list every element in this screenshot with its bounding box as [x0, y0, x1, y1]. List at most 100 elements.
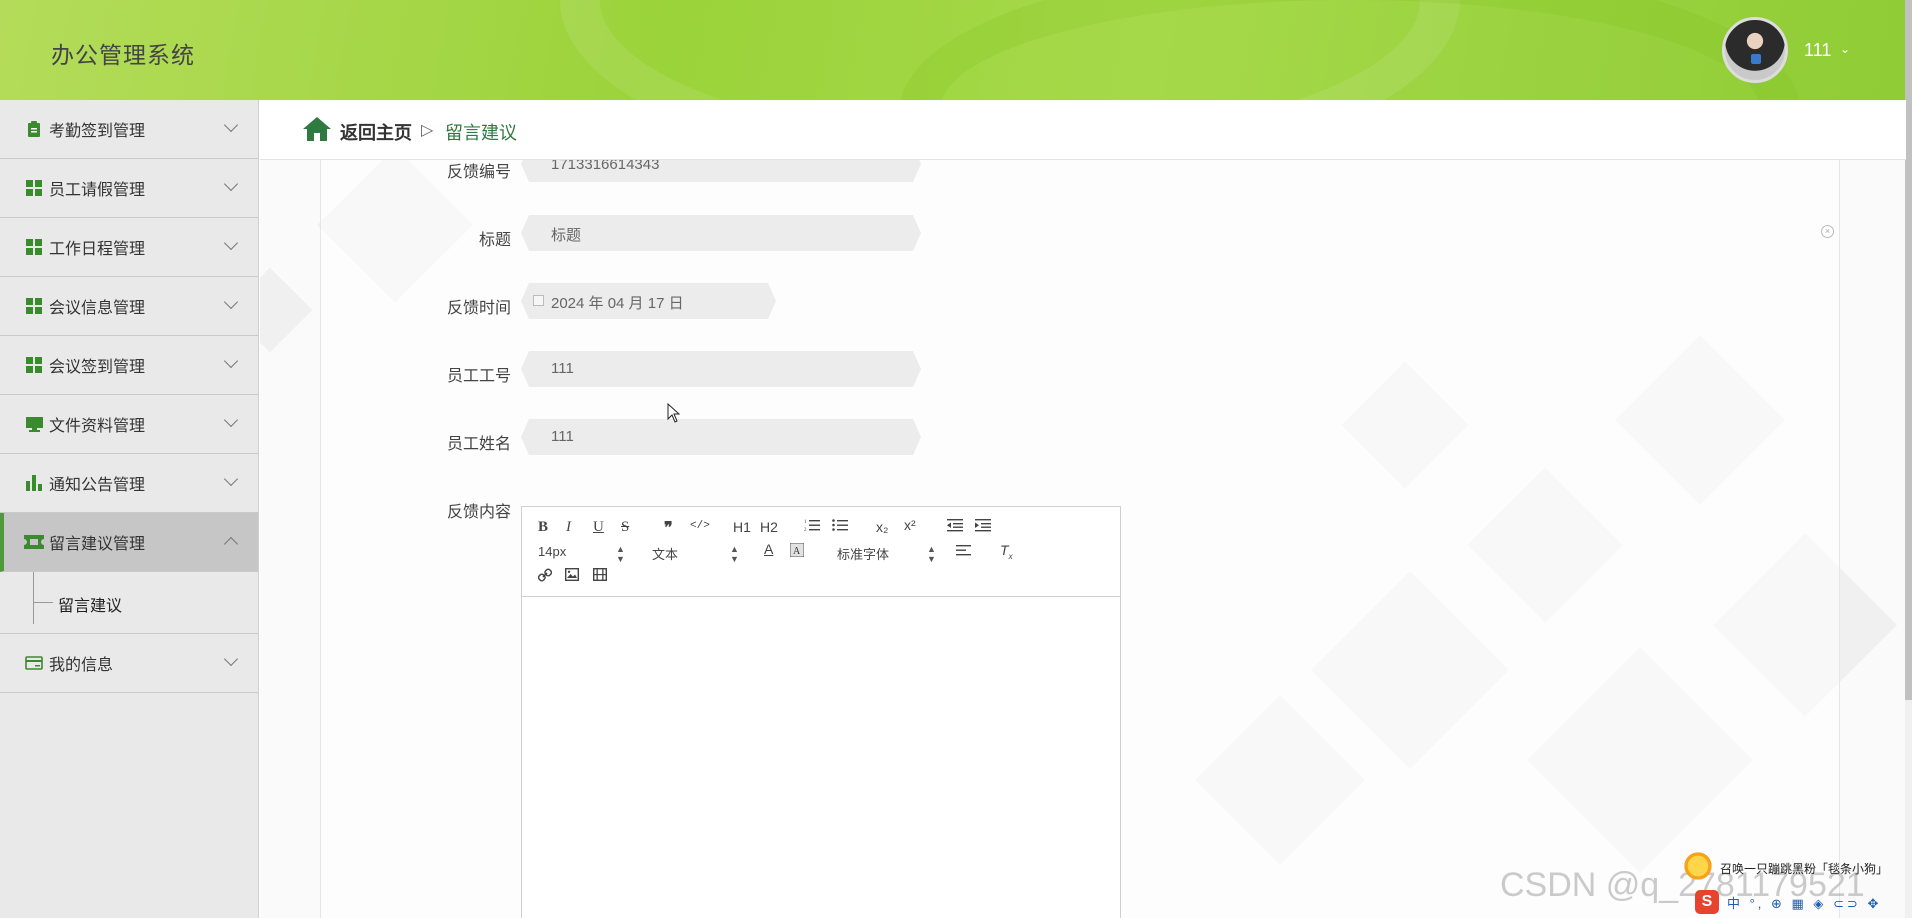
breadcrumb: 返回主页 ▷ 留言建议 — [260, 100, 1906, 160]
subscript-button[interactable]: x₂ — [876, 519, 888, 535]
sun-mascot-icon — [1682, 850, 1714, 882]
format-value: 文本 — [652, 547, 679, 562]
feedback-no-label: 反馈编号 — [446, 164, 511, 181]
ime-logo-icon[interactable]: S — [1695, 890, 1719, 914]
editor-body[interactable] — [522, 597, 1120, 918]
submenu-feedback[interactable]: 留言建议 — [0, 572, 258, 634]
title-label: 标题 — [478, 232, 511, 249]
font-size-value: 14px — [538, 544, 567, 559]
chevron-down-icon — [223, 651, 239, 667]
sidebar-item-feedback[interactable]: 留言建议管理 — [0, 513, 258, 572]
clear-format-icon[interactable]: Tx — [1000, 542, 1013, 561]
chevron-down-icon[interactable]: ⌄ — [1840, 42, 1850, 56]
h1-button[interactable]: H1 — [733, 519, 751, 535]
time-input[interactable]: 2024 年 04 月 17 日 — [521, 283, 776, 319]
grid-icon — [24, 355, 44, 375]
chevron-down-icon — [223, 235, 239, 251]
home-icon[interactable] — [302, 116, 332, 142]
card-icon — [24, 653, 44, 673]
sidebar-item-label: 文件资料管理 — [49, 418, 146, 435]
rich-text-editor[interactable]: B I U S ❞ </> H1 H2 12 x₂ x² 14px ▲ ▼ 文本 … — [521, 506, 1121, 918]
chevron-down-icon — [223, 412, 239, 428]
sidebar-item-notices[interactable]: 通知公告管理 — [0, 454, 258, 513]
ordered-list-icon[interactable]: 12 — [804, 518, 820, 537]
breadcrumb-current: 留言建议 — [445, 123, 517, 143]
link-icon[interactable] — [537, 568, 553, 587]
page-scrollbar[interactable] — [1905, 0, 1912, 918]
font-family-value: 标准字体 — [837, 547, 890, 562]
svg-text:2: 2 — [804, 528, 807, 532]
tree-line — [33, 572, 34, 624]
strike-button[interactable]: S — [621, 519, 629, 536]
app-title: 办公管理系统 — [51, 42, 195, 68]
chevron-up-icon — [223, 536, 239, 552]
emp-name-label: 员工姓名 — [446, 436, 511, 453]
sidebar-item-label: 我的信息 — [49, 657, 114, 674]
background-color-icon[interactable]: A — [789, 542, 805, 562]
sidebar-item-label: 通知公告管理 — [49, 477, 146, 494]
bold-button[interactable]: B — [538, 519, 548, 536]
sidebar-item-leave[interactable]: 员工请假管理 — [0, 159, 258, 218]
font-size-select[interactable]: 14px ▲ ▼ — [538, 544, 626, 564]
chevron-down-icon — [223, 176, 239, 192]
emp-name-input[interactable]: 111 — [521, 419, 921, 455]
ime-toolbar[interactable]: 中 °, ⊕ ▦ ◈ ⊂⊃ ✥ — [1727, 893, 1912, 915]
user-name[interactable]: 111 — [1804, 40, 1831, 61]
tree-branch — [33, 602, 53, 603]
svg-text:1: 1 — [804, 520, 807, 525]
sidebar-item-my-info[interactable]: 我的信息 — [0, 634, 258, 693]
image-icon[interactable] — [564, 567, 580, 586]
format-select[interactable]: 文本 ▲ ▼ — [652, 544, 740, 564]
indent-icon[interactable] — [975, 518, 991, 537]
sidebar-item-label: 会议签到管理 — [49, 359, 146, 376]
bar-chart-icon — [24, 473, 44, 493]
time-label: 反馈时间 — [446, 300, 511, 317]
align-left-icon[interactable] — [956, 544, 971, 562]
sidebar-item-attendance[interactable]: 考勤签到管理 — [0, 100, 258, 159]
sidebar-item-label: 留言建议管理 — [49, 536, 146, 553]
h2-button[interactable]: H2 — [760, 519, 778, 535]
outdent-icon[interactable] — [947, 518, 963, 537]
sidebar-item-label: 员工请假管理 — [49, 182, 146, 199]
sidebar-item-meeting-info[interactable]: 会议信息管理 — [0, 277, 258, 336]
sidebar: 考勤签到管理 员工请假管理 工作日程管理 会议信息管理 会议签到管理 文件资料管… — [0, 100, 259, 918]
grid-icon — [24, 296, 44, 316]
submenu-item-label[interactable]: 留言建议 — [58, 592, 122, 616]
quote-button[interactable]: ❞ — [664, 518, 673, 538]
ticket-icon — [24, 532, 44, 552]
underline-button[interactable]: U — [593, 519, 604, 536]
chevron-down-icon — [223, 353, 239, 369]
mouse-cursor-icon — [667, 403, 681, 423]
sidebar-item-label: 工作日程管理 — [49, 241, 146, 258]
grid-icon — [24, 178, 44, 198]
sidebar-item-meeting-signin[interactable]: 会议签到管理 — [0, 336, 258, 395]
avatar-detail — [1751, 54, 1761, 64]
text-color-button[interactable]: A — [764, 541, 773, 557]
sidebar-item-files[interactable]: 文件资料管理 — [0, 395, 258, 454]
sidebar-item-schedule[interactable]: 工作日程管理 — [0, 218, 258, 277]
clear-icon[interactable]: × — [1821, 225, 1834, 238]
emp-no-input[interactable]: 111 — [521, 351, 921, 387]
time-value: 2024 年 04 月 17 日 — [551, 295, 684, 312]
video-icon[interactable] — [592, 567, 608, 586]
superscript-button[interactable]: x² — [904, 517, 916, 533]
title-input[interactable]: 标题 — [521, 215, 921, 251]
grid-icon — [24, 237, 44, 257]
breadcrumb-home-link[interactable]: 返回主页 — [340, 119, 412, 145]
chevron-down-icon — [223, 471, 239, 487]
scrollbar-thumb[interactable] — [1905, 0, 1912, 700]
background-tile — [260, 267, 313, 353]
select-arrows-icon: ▲ ▼ — [616, 544, 625, 564]
bullet-list-icon[interactable] — [832, 518, 848, 537]
monitor-icon — [24, 414, 44, 434]
header-wave-decoration — [900, 0, 1800, 100]
breadcrumb-separator: ▷ — [421, 122, 434, 139]
code-button[interactable]: </> — [690, 520, 710, 532]
top-header: 办公管理系统 111 ⌄ — [0, 0, 1912, 100]
emp-no-label: 员工工号 — [446, 368, 511, 385]
sidebar-item-label: 考勤签到管理 — [49, 123, 146, 140]
clipboard-icon — [24, 119, 44, 139]
avatar[interactable] — [1722, 17, 1788, 83]
italic-button[interactable]: I — [566, 519, 571, 536]
font-family-select[interactable]: 标准字体 ▲ ▼ — [837, 544, 937, 564]
